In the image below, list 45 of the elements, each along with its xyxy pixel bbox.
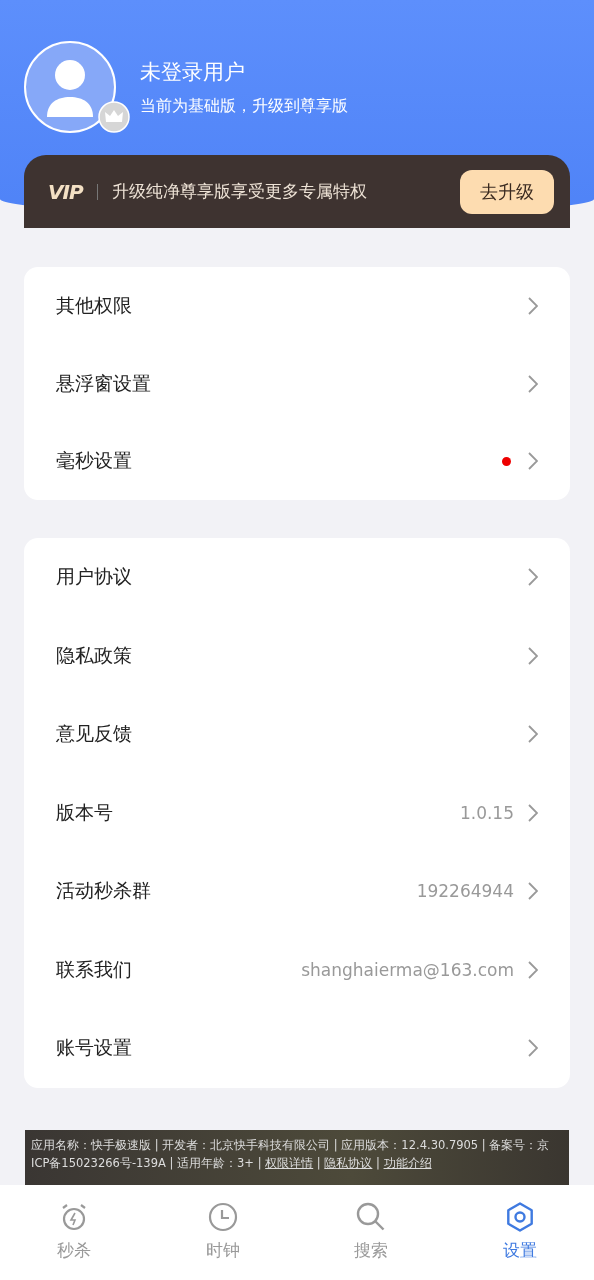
settings-row[interactable]: 活动秒杀群 192264944 [24, 852, 570, 931]
chevron-icon [528, 960, 538, 979]
vip-promo-text: 升级纯净尊享版享受更多专属特权 [111, 180, 368, 203]
chevron-icon [528, 452, 538, 471]
ad-app-info: 应用名称：快手极速版 | 开发者：北京快手科技有限公司 | 应用版本：12.4.30.7905 | 备案号：京ICP备15023266号-139A | 适用年龄：3+ | 权限详情 | 隐私协议 | 功能介绍 [31, 1136, 551, 1172]
settings-row[interactable]: 用户协议 [24, 538, 570, 617]
settings-item[interactable]: 账号设置 [56, 1035, 528, 1062]
settings-item[interactable]: 毫秒设置 [56, 448, 502, 475]
upgrade-hint: 当前为基础版，升级到尊享版 [140, 95, 348, 117]
chevron-icon [528, 803, 538, 822]
ad-link[interactable]: 权限详情 [265, 1155, 314, 1170]
chevron-icon [528, 296, 538, 315]
settings-row[interactable]: 意见反馈 [24, 695, 570, 774]
settings-item[interactable]: 活动秒杀群 [56, 878, 417, 905]
settings-row[interactable]: 其他权限 [24, 267, 570, 345]
settings-row[interactable]: 账号设置 [24, 1009, 570, 1088]
user-name: 未登录用户 [140, 58, 246, 86]
settings-item[interactable]: 悬浮窗设置 [56, 370, 528, 397]
user-silhouette-icon [45, 59, 95, 117]
settings-row[interactable]: 版本号 1.0.15 [24, 773, 570, 853]
settings-row[interactable]: 悬浮窗设置 [24, 344, 570, 423]
chevron-icon [528, 374, 538, 393]
settings-item[interactable]: 联系我们 [56, 956, 302, 983]
ad-link[interactable]: 隐私协议 [324, 1155, 373, 1170]
settings-row[interactable]: 毫秒设置 [24, 422, 570, 501]
nav-tab[interactable]: 设置 [445, 1185, 594, 1280]
vip-logo: VIP [48, 179, 83, 204]
settings-item[interactable]: 用户协议 [56, 564, 528, 591]
item-value: shanghaierma@163.com [301, 959, 514, 980]
chevron-icon [528, 882, 538, 901]
settings-item[interactable]: 隐私政策 [56, 642, 528, 669]
chevron-icon [528, 646, 538, 665]
chevron-icon [528, 1039, 538, 1058]
item-value: 192264944 [416, 881, 514, 902]
upgrade-button[interactable]: 去升级 [460, 169, 554, 214]
chevron-icon [528, 725, 538, 744]
settings-item[interactable]: 版本号 [56, 799, 460, 826]
settings-row[interactable]: 隐私政策 [24, 616, 570, 696]
settings-item[interactable]: 意见反馈 [56, 721, 528, 748]
chevron-icon [528, 568, 538, 587]
clock-icon [206, 1201, 239, 1233]
settings-item[interactable]: 其他权限 [56, 292, 528, 319]
ad-link[interactable]: 功能介绍 [383, 1155, 432, 1170]
settings-row[interactable]: 联系我们 shanghaierma@163.com [24, 930, 570, 1010]
item-value: 1.0.15 [459, 802, 514, 823]
